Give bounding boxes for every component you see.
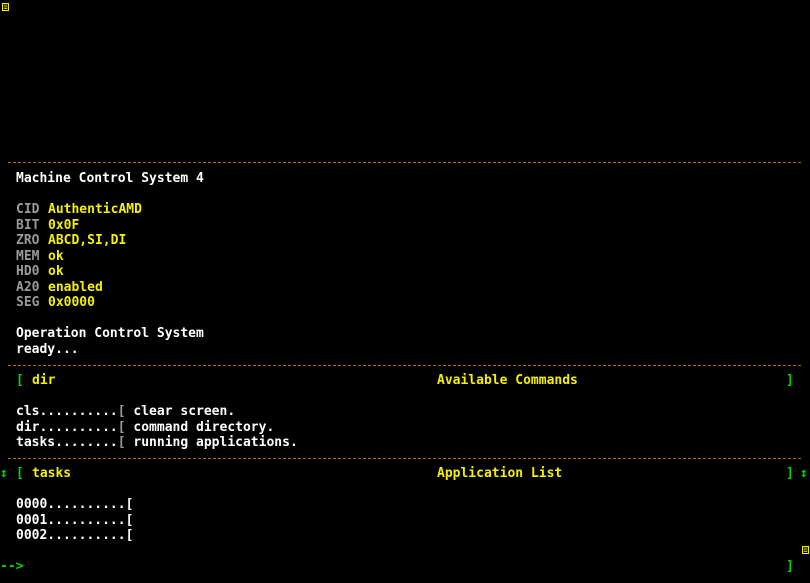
tasks-command[interactable]: tasks bbox=[32, 466, 71, 482]
system-title: Machine Control System 4 bbox=[16, 171, 204, 186]
command-desc: command directory. bbox=[125, 419, 275, 435]
info-value: enabled bbox=[48, 279, 103, 295]
info-row: MEM ok bbox=[16, 249, 64, 265]
command-separator: [ bbox=[117, 419, 126, 435]
command-desc: running applications. bbox=[125, 435, 298, 450]
bracket-close: ] bbox=[786, 559, 794, 574]
app-separator: [ bbox=[125, 512, 134, 528]
info-value: ok bbox=[48, 264, 64, 279]
dir-command[interactable]: dir bbox=[32, 373, 55, 389]
info-key: CID bbox=[16, 202, 40, 217]
list-item[interactable]: 0002..........[ bbox=[16, 528, 133, 544]
list-item[interactable]: dir..........[ command directory. bbox=[16, 420, 274, 436]
app-separator: [ bbox=[125, 497, 134, 512]
info-row: CID AuthenticAMD bbox=[16, 202, 142, 218]
window-menu-icon[interactable]: ≡ bbox=[802, 546, 809, 554]
info-value: AuthenticAMD bbox=[48, 202, 142, 217]
info-row: ZRO ABCD,SI,DI bbox=[16, 233, 126, 249]
divider bbox=[8, 162, 801, 163]
command-name: cls.......... bbox=[16, 404, 118, 419]
info-row: HD0 ok bbox=[16, 264, 64, 280]
info-row: A20 enabled bbox=[16, 280, 103, 296]
list-item[interactable]: 0001..........[ bbox=[16, 513, 133, 529]
info-row: SEG 0x0000 bbox=[16, 295, 95, 311]
command-desc: clear screen. bbox=[125, 404, 236, 419]
status-text: ready... bbox=[16, 342, 79, 357]
prompt-symbol: --> bbox=[0, 559, 24, 574]
tasks-panel-title: Application List bbox=[437, 466, 563, 481]
divider bbox=[8, 458, 801, 459]
info-key: BIT bbox=[16, 217, 40, 233]
divider bbox=[8, 365, 801, 366]
command-name: dir.......... bbox=[16, 419, 118, 435]
info-value: 0x0F bbox=[48, 217, 80, 233]
info-key: A20 bbox=[16, 279, 40, 295]
list-item[interactable]: cls..........[ clear screen. bbox=[16, 404, 235, 420]
command-separator: [ bbox=[117, 404, 126, 419]
info-value: 0x0000 bbox=[48, 295, 95, 310]
info-key: ZRO bbox=[16, 233, 40, 248]
bracket-close: ] bbox=[786, 373, 794, 388]
info-key: SEG bbox=[16, 295, 40, 310]
app-id: 0001.......... bbox=[16, 512, 126, 528]
list-item[interactable]: 0000..........[ bbox=[16, 497, 133, 513]
list-item[interactable]: tasks........[ running applications. bbox=[16, 435, 298, 451]
command-separator: [ bbox=[117, 435, 126, 450]
window-menu-icon[interactable]: ≡ bbox=[2, 3, 9, 11]
app-id: 0000.......... bbox=[16, 497, 126, 512]
command-name: tasks........ bbox=[16, 435, 118, 450]
scroll-arrows-icon[interactable]: ↕ bbox=[800, 466, 808, 482]
os-name: Operation Control System bbox=[16, 326, 204, 341]
info-value: ABCD,SI,DI bbox=[48, 233, 127, 248]
info-key: MEM bbox=[16, 248, 40, 264]
bracket-close: ] bbox=[786, 466, 794, 481]
app-separator: [ bbox=[125, 528, 134, 543]
bracket-open: [ bbox=[16, 373, 24, 388]
info-row: BIT 0x0F bbox=[16, 218, 79, 234]
scroll-arrows-icon[interactable]: ↕ bbox=[0, 466, 8, 482]
info-key: HD0 bbox=[16, 264, 40, 279]
bracket-open: [ bbox=[16, 466, 24, 481]
app-id: 0002.......... bbox=[16, 528, 126, 543]
info-value: ok bbox=[48, 248, 64, 264]
dir-panel-title: Available Commands bbox=[437, 373, 578, 388]
